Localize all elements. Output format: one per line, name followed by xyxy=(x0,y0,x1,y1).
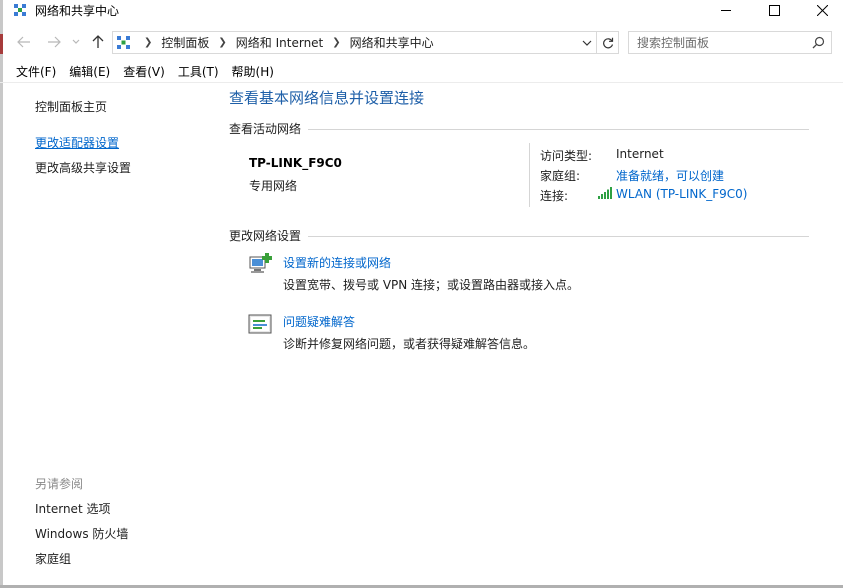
arrow-left-icon xyxy=(17,36,30,48)
address-history-button[interactable] xyxy=(580,36,594,50)
wlan-connection-link[interactable]: WLAN (TP-LINK_F9C0) xyxy=(616,187,747,201)
search-icon[interactable] xyxy=(812,36,825,49)
change-advanced-sharing-link[interactable]: 更改高级共享设置 xyxy=(35,159,131,176)
network-name: TP-LINK_F9C0 xyxy=(249,156,342,170)
minimize-icon xyxy=(720,9,731,11)
access-type-label: 访问类型: xyxy=(540,149,593,163)
breadcrumb: ❯ 控制面板 ❯ 网络和 Internet ❯ 网络和共享中心 xyxy=(135,32,434,53)
menu-tools[interactable]: 工具(T) xyxy=(172,61,225,81)
refresh-button[interactable] xyxy=(597,31,619,54)
address-bar[interactable]: ❯ 控制面板 ❯ 网络和 Internet ❯ 网络和共享中心 xyxy=(112,31,597,54)
title-bar: 网络和共享中心 xyxy=(0,0,843,22)
setup-new-connection-link[interactable]: 设置新的连接或网络 xyxy=(283,254,391,271)
menu-view[interactable]: 查看(V) xyxy=(117,61,171,81)
internet-options-link[interactable]: Internet 选项 xyxy=(35,500,110,517)
chevron-down-icon xyxy=(582,40,592,46)
wifi-signal-icon xyxy=(598,187,612,199)
close-icon xyxy=(816,4,828,16)
network-info-divider xyxy=(529,143,530,207)
left-navigation-pane: 控制面板主页 更改适配器设置 更改高级共享设置 另请参阅 Internet 选项… xyxy=(0,83,215,588)
change-settings-heading: 更改网络设置 xyxy=(229,229,302,243)
homegroup-status-link[interactable]: 准备就绪，可以创建 xyxy=(616,167,724,184)
menu-edit[interactable]: 编辑(E) xyxy=(63,61,116,81)
arrow-right-icon xyxy=(48,36,61,48)
network-type[interactable]: 专用网络 xyxy=(249,177,297,194)
access-type-value: Internet xyxy=(616,147,664,161)
close-button[interactable] xyxy=(800,0,843,20)
breadcrumb-separator-icon[interactable]: ❯ xyxy=(218,37,226,48)
breadcrumb-control-panel[interactable]: 控制面板 xyxy=(161,34,209,51)
up-button[interactable] xyxy=(88,32,108,52)
troubleshoot-icon xyxy=(248,314,272,334)
change-adapter-settings-link[interactable]: 更改适配器设置 xyxy=(35,134,119,151)
menu-bar: 文件(F) 编辑(E) 查看(V) 工具(T) 帮助(H) xyxy=(10,61,281,81)
network-center-icon xyxy=(14,4,26,16)
breadcrumb-separator-icon[interactable]: ❯ xyxy=(332,37,340,48)
search-box[interactable] xyxy=(628,31,832,54)
breadcrumb-network-internet[interactable]: 网络和 Internet xyxy=(236,34,323,51)
recent-locations-button[interactable] xyxy=(69,32,83,52)
troubleshoot-link[interactable]: 问题疑难解答 xyxy=(283,313,355,330)
page-title: 查看基本网络信息并设置连接 xyxy=(229,89,425,107)
window-title: 网络和共享中心 xyxy=(35,4,120,18)
arrow-up-icon xyxy=(92,35,104,48)
homegroup-link[interactable]: 家庭组 xyxy=(35,550,71,567)
menu-help[interactable]: 帮助(H) xyxy=(226,61,280,81)
connection-label: 连接: xyxy=(540,189,569,203)
control-panel-home-link[interactable]: 控制面板主页 xyxy=(35,98,107,115)
minimize-button[interactable] xyxy=(704,0,748,20)
forward-button[interactable] xyxy=(44,32,64,52)
homegroup-label: 家庭组: xyxy=(540,169,581,183)
menu-file[interactable]: 文件(F) xyxy=(10,61,62,81)
see-also-heading: 另请参阅 xyxy=(35,477,84,491)
search-input[interactable] xyxy=(637,35,807,50)
section-divider xyxy=(308,129,809,130)
troubleshoot-description: 诊断并修复网络问题，或者获得疑难解答信息。 xyxy=(283,337,536,351)
refresh-icon xyxy=(602,37,613,48)
breadcrumb-network-sharing-center[interactable]: 网络和共享中心 xyxy=(350,34,434,51)
new-connection-icon xyxy=(249,253,272,273)
setup-new-connection-description: 设置宽带、拨号或 VPN 连接；或设置路由器或接入点。 xyxy=(283,278,580,292)
active-networks-heading: 查看活动网络 xyxy=(229,122,302,136)
maximize-button[interactable] xyxy=(752,0,796,20)
back-button[interactable] xyxy=(14,32,34,52)
windows-firewall-link[interactable]: Windows 防火墙 xyxy=(35,525,128,542)
control-panel-icon xyxy=(117,36,130,49)
navigation-bar: ❯ 控制面板 ❯ 网络和 Internet ❯ 网络和共享中心 xyxy=(0,28,843,56)
chevron-down-icon xyxy=(72,39,80,44)
section-divider xyxy=(308,236,809,237)
maximize-icon xyxy=(768,4,780,16)
breadcrumb-separator-icon: ❯ xyxy=(144,37,153,48)
